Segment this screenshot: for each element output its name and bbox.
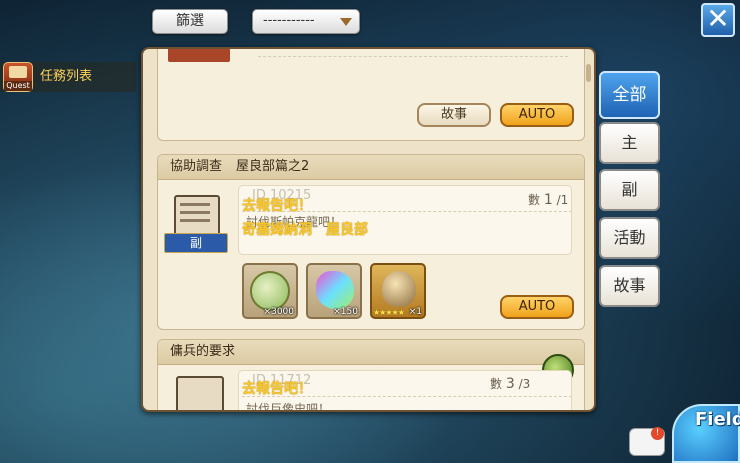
pet-egg-icon	[382, 271, 416, 307]
reward-quantity: ×150	[333, 307, 358, 317]
quest-list-label: 任務列表	[40, 69, 93, 84]
tab-side[interactable]: 副	[599, 169, 660, 211]
quest-list-button[interactable]: Quest 任務列表	[0, 62, 136, 92]
quest-scroll-icon	[176, 376, 224, 410]
auto-button[interactable]: AUTO	[500, 295, 574, 319]
quest-target: 去報告吧！	[242, 381, 312, 397]
dropdown-value: -----------	[263, 13, 315, 28]
quest-count: 數 3 /3	[490, 376, 531, 392]
chat-notification-badge: !	[651, 427, 664, 440]
reward-quantity: ×3000	[263, 307, 294, 317]
reward-stars: ★★★★★	[373, 308, 405, 317]
category-dropdown[interactable]: -----------	[252, 9, 360, 34]
quest-title: 協助調查	[170, 159, 223, 174]
quest-count: 數 1 /1	[528, 192, 569, 208]
quest-card: 故事 AUTO	[157, 49, 585, 141]
quest-subtitle: 屋良部篇之2	[236, 159, 310, 174]
quest-card-header: 協助調查 屋良部篇之2	[158, 155, 584, 180]
chevron-down-icon	[340, 18, 352, 26]
reward-quantity: ×1	[408, 307, 422, 317]
close-button[interactable]: ✕	[701, 3, 735, 37]
filter-button[interactable]: 篩選	[152, 9, 228, 34]
tab-story[interactable]: 故事	[599, 265, 660, 307]
reward-slot[interactable]: ×150	[306, 263, 362, 319]
quest-title: 傭兵的要求	[170, 344, 236, 359]
quest-card: 協助調查 屋良部篇之2 副 ID 10215 數 1 /1 去報告吧！ 討伐斯帕克…	[157, 154, 585, 330]
quest-type-banner	[168, 49, 230, 62]
story-button[interactable]: 故事	[417, 103, 491, 127]
quest-panel[interactable]: 故事 AUTO 協助調查 屋良部篇之2 副 ID 10215 數 1 /1 去報告…	[141, 47, 596, 412]
tab-event[interactable]: 活動	[599, 217, 660, 259]
crystal-ore-icon	[316, 271, 354, 309]
side-quest-badge: 副	[164, 233, 228, 253]
quest-description: 討伐巨像史吧！	[246, 402, 331, 412]
side-quest-icon: 副	[164, 195, 228, 261]
tab-all[interactable]: 全部	[599, 71, 660, 119]
auto-button[interactable]: AUTO	[500, 103, 574, 127]
field-label: Field	[695, 409, 740, 430]
reward-slot[interactable]: ★★★★★ ×1	[370, 263, 426, 319]
panel-scrollbar[interactable]	[586, 64, 591, 82]
quest-book-icon: Quest	[3, 62, 33, 92]
tab-main[interactable]: 主	[599, 122, 660, 164]
quest-target: 去報告吧！	[242, 198, 312, 214]
quest-card: 傭兵的要求 ID 11712 數 3 /3 去報告吧！ 討伐巨像史吧！	[157, 339, 585, 412]
quest-target-location: 奇塞姆納洞 屋良部	[242, 222, 368, 238]
reward-slot[interactable]: ×3000	[242, 263, 298, 319]
quest-card-header: 傭兵的要求	[158, 340, 584, 365]
quest-icon-label: Quest	[4, 81, 32, 91]
coin-pouch-icon	[250, 271, 290, 311]
